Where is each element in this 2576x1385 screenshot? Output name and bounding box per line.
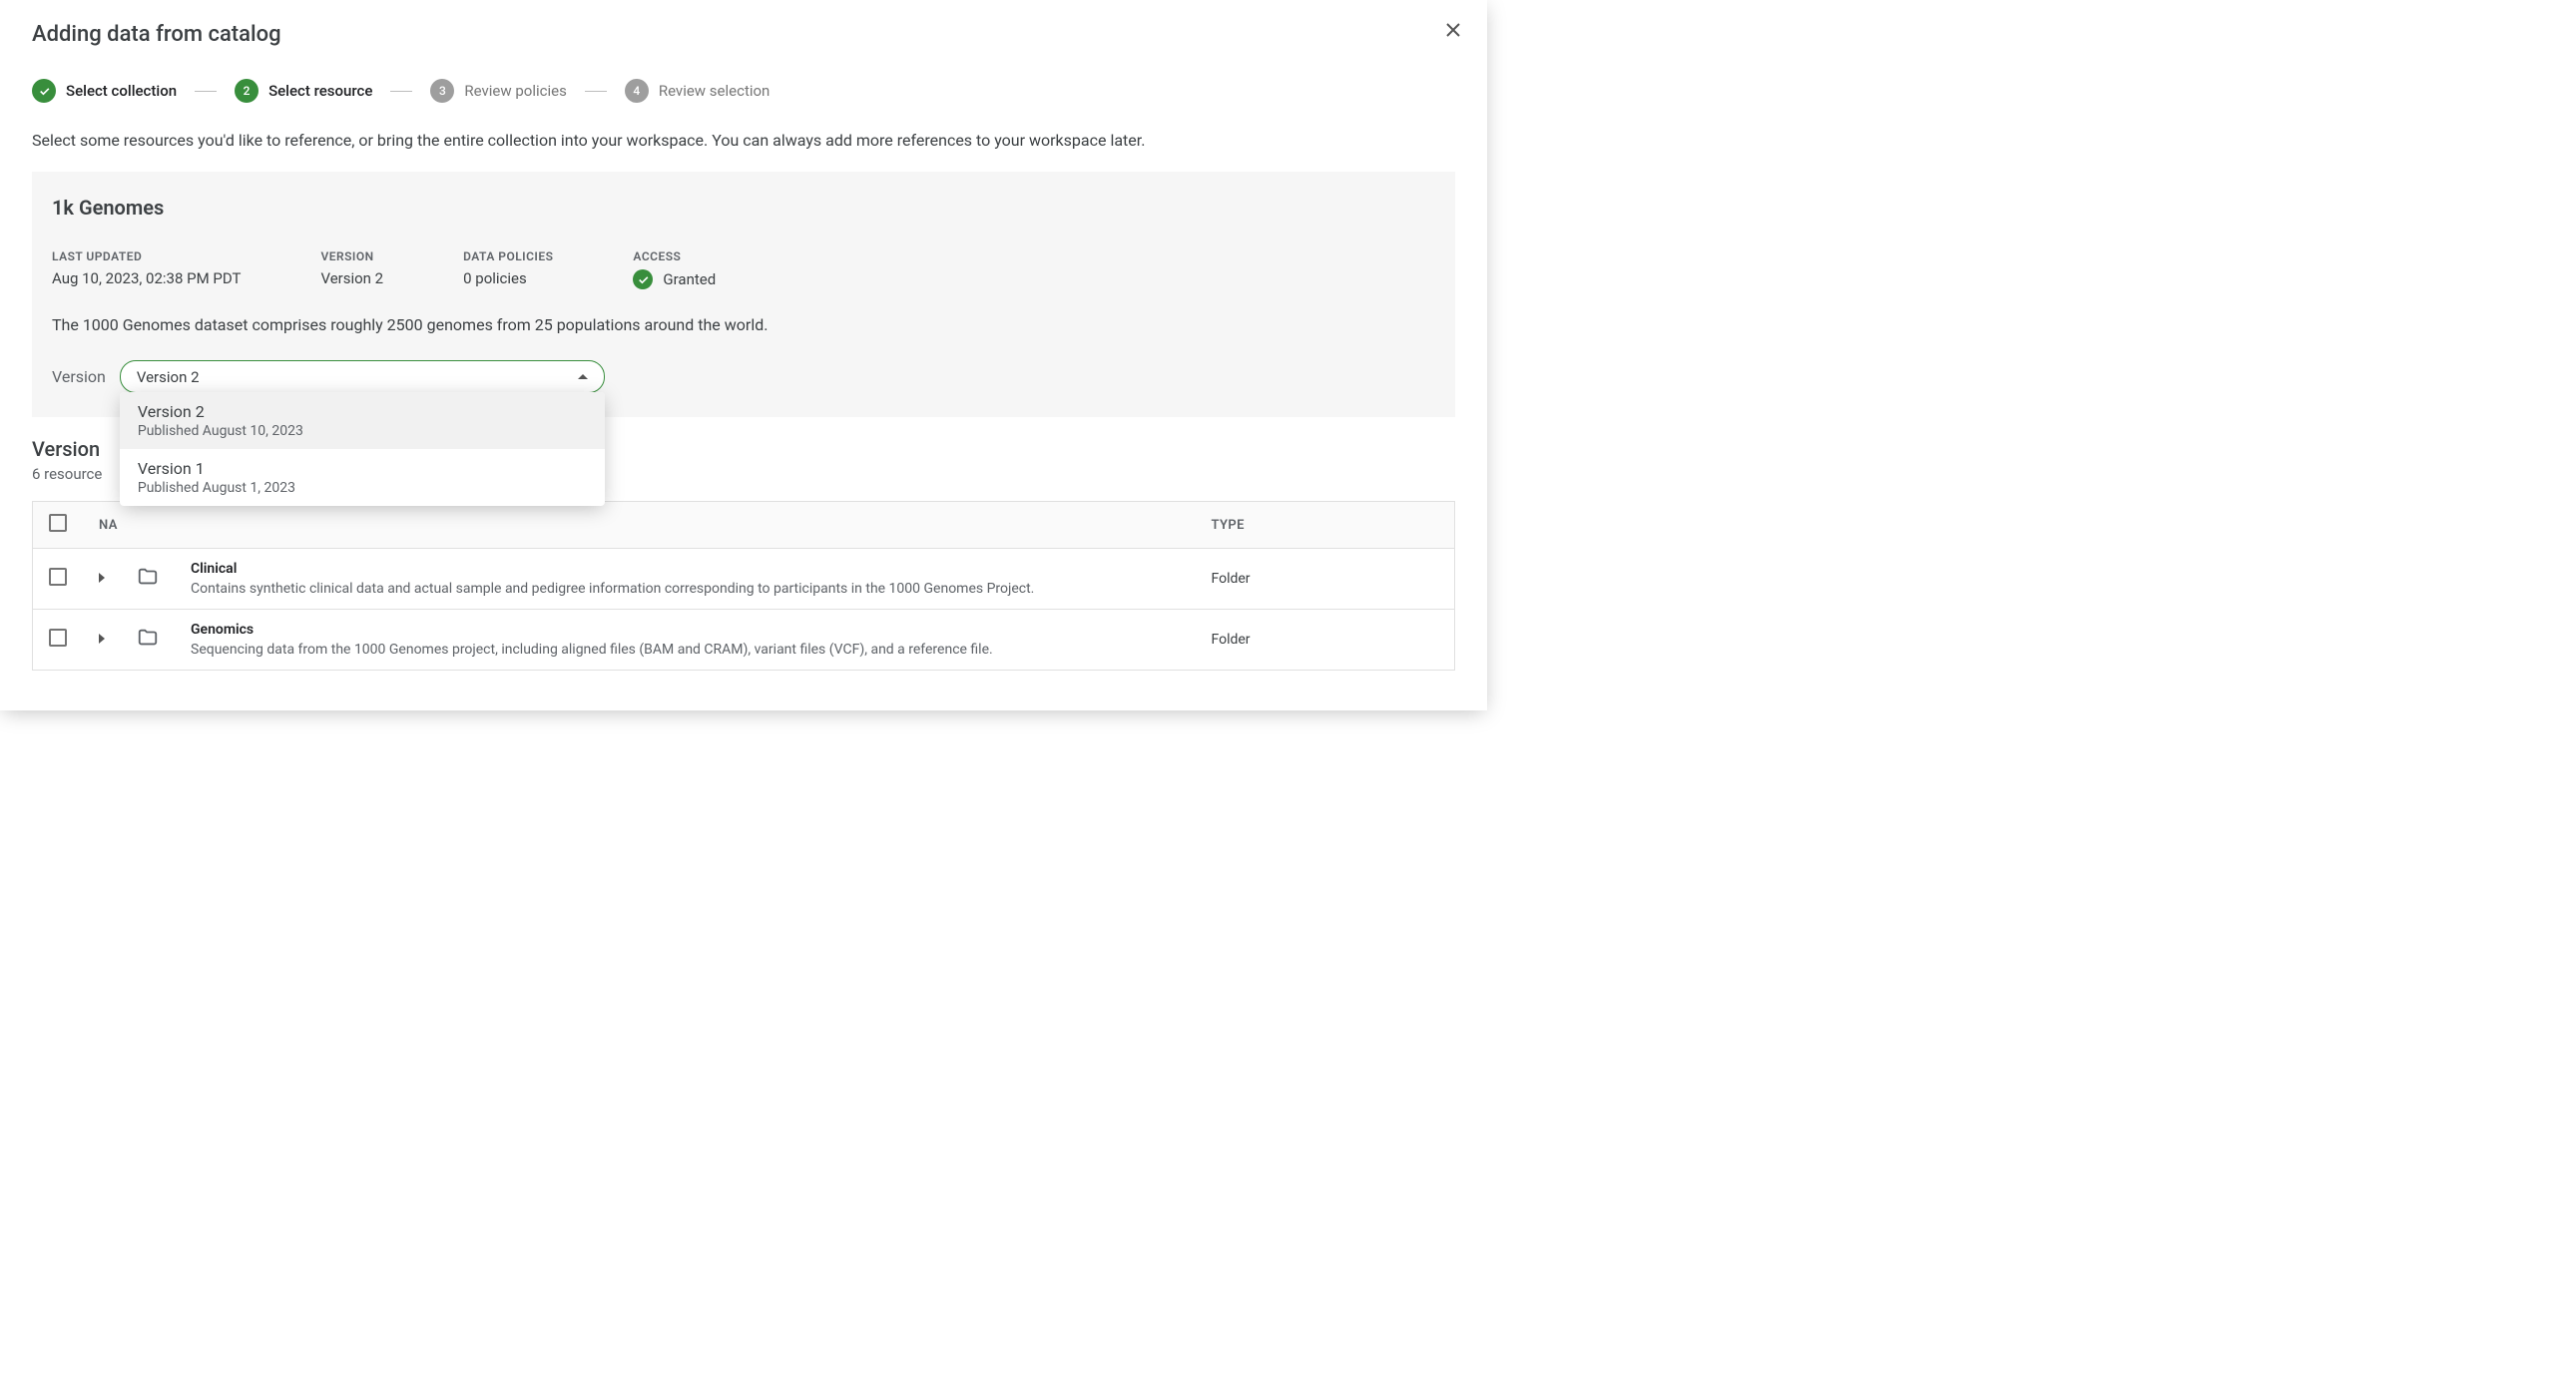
step-review-policies[interactable]: 3 Review policies: [430, 79, 566, 103]
meta-access: ACCESS Granted: [633, 249, 716, 289]
version-option-sub: Published August 1, 2023: [138, 480, 587, 496]
step-check-icon: [32, 79, 56, 103]
resource-name: Genomics: [191, 622, 1180, 638]
version-picker-label: Version: [52, 367, 106, 386]
meta-last-updated: LAST UPDATED Aug 10, 2023, 02:38 PM PDT: [52, 249, 241, 289]
version-dropdown: Version 2 Published August 10, 2023 Vers…: [120, 392, 605, 506]
meta-label: DATA POLICIES: [463, 249, 553, 263]
row-name-cell: Clinical Contains synthetic clinical dat…: [175, 549, 1196, 610]
step-label: Review policies: [464, 82, 566, 100]
meta-label: LAST UPDATED: [52, 249, 241, 263]
meta-policies: DATA POLICIES 0 policies: [463, 249, 553, 289]
granted-check-icon: [633, 269, 653, 289]
collection-name: 1k Genomes: [52, 196, 1435, 220]
meta-value: Granted: [633, 269, 716, 289]
folder-icon: [137, 566, 159, 588]
meta-label: ACCESS: [633, 249, 716, 263]
expand-icon[interactable]: [99, 634, 105, 644]
caret-up-icon: [578, 374, 588, 379]
folder-icon: [137, 627, 159, 649]
version-option[interactable]: Version 2 Published August 10, 2023: [120, 392, 605, 449]
collection-meta: LAST UPDATED Aug 10, 2023, 02:38 PM PDT …: [52, 249, 1435, 289]
close-button[interactable]: [1441, 18, 1465, 42]
step-label: Review selection: [659, 82, 771, 100]
expand-icon[interactable]: [99, 573, 105, 583]
resource-description: Sequencing data from the 1000 Genomes pr…: [191, 642, 1180, 658]
instructions-text: Select some resources you'd like to refe…: [32, 131, 1455, 150]
meta-label: VERSION: [320, 249, 383, 263]
collection-panel: 1k Genomes LAST UPDATED Aug 10, 2023, 02…: [32, 172, 1455, 417]
version-option-sub: Published August 10, 2023: [138, 423, 587, 439]
step-separator: [585, 91, 607, 92]
step-separator: [390, 91, 412, 92]
version-option-title: Version 2: [138, 402, 587, 421]
meta-value: Aug 10, 2023, 02:38 PM PDT: [52, 269, 241, 287]
step-select-resource[interactable]: 2 Select resource: [235, 79, 372, 103]
collection-description: The 1000 Genomes dataset comprises rough…: [52, 315, 1435, 334]
version-option-title: Version 1: [138, 459, 587, 478]
meta-version: VERSION Version 2: [320, 249, 383, 289]
col-header-type[interactable]: TYPE: [1196, 502, 1455, 549]
row-checkbox[interactable]: [49, 629, 67, 647]
version-select-value: Version 2: [137, 368, 200, 386]
row-name-cell: Genomics Sequencing data from the 1000 G…: [175, 610, 1196, 671]
step-separator: [195, 91, 217, 92]
dialog-title: Adding data from catalog: [32, 22, 1455, 47]
meta-value: Version 2: [320, 269, 383, 287]
step-select-collection[interactable]: Select collection: [32, 79, 177, 103]
step-number-icon: 4: [625, 79, 649, 103]
step-number-icon: 2: [235, 79, 258, 103]
row-checkbox[interactable]: [49, 568, 67, 586]
version-select[interactable]: Version 2: [120, 360, 605, 393]
version-picker-row: Version Version 2 Version 2 Published Au…: [52, 360, 1435, 393]
col-header-name[interactable]: NA: [83, 502, 1196, 549]
resource-type: Folder: [1196, 610, 1455, 671]
step-label: Select resource: [268, 82, 372, 100]
step-review-selection[interactable]: 4 Review selection: [625, 79, 771, 103]
resource-name: Clinical: [191, 561, 1180, 577]
dialog-card: Adding data from catalog Select collecti…: [0, 0, 1487, 710]
select-all-checkbox[interactable]: [49, 514, 67, 532]
table-header-row: NA TYPE: [33, 502, 1455, 549]
step-number-icon: 3: [430, 79, 454, 103]
resources-table: NA TYPE Clinical Contains synthetic clin…: [32, 501, 1455, 671]
close-icon: [1441, 18, 1465, 42]
resource-description: Contains synthetic clinical data and act…: [191, 581, 1180, 597]
version-select-wrap: Version 2 Version 2 Published August 10,…: [120, 360, 605, 393]
access-text: Granted: [663, 270, 716, 288]
stepper: Select collection 2 Select resource 3 Re…: [32, 79, 1455, 103]
resource-type: Folder: [1196, 549, 1455, 610]
version-option[interactable]: Version 1 Published August 1, 2023: [120, 449, 605, 506]
table-row[interactable]: Clinical Contains synthetic clinical dat…: [33, 549, 1455, 610]
table-row[interactable]: Genomics Sequencing data from the 1000 G…: [33, 610, 1455, 671]
step-label: Select collection: [66, 82, 177, 100]
col-header-checkbox: [33, 502, 84, 549]
meta-value: 0 policies: [463, 269, 553, 287]
